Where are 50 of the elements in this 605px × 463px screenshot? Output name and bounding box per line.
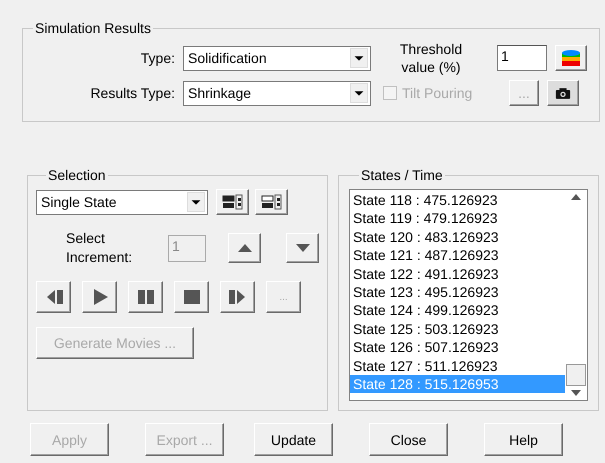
dialog-button[interactable]: Close — [369, 423, 448, 456]
field-label: Threshold value (%) — [398, 40, 464, 76]
field-label: Select Increment: — [66, 229, 134, 267]
play-icon — [94, 289, 108, 305]
up-arrow-icon — [236, 243, 252, 253]
stop-icon — [184, 290, 200, 304]
state-list-item[interactable]: State 125 : 503.126923 — [350, 320, 565, 338]
mode-dropdown[interactable]: Single State — [36, 190, 208, 214]
3d-view-button[interactable] — [555, 45, 587, 71]
increment-down-button[interactable] — [286, 233, 319, 263]
dialog-button[interactable]: Help — [484, 423, 563, 456]
threshold-field[interactable]: 1 — [497, 45, 547, 71]
dialog-button[interactable]: Update — [254, 423, 333, 456]
results-type-dropdown[interactable]: Shrinkage — [183, 80, 371, 106]
increment-up-button[interactable] — [228, 233, 261, 263]
scrollbar-thumb[interactable] — [566, 364, 586, 386]
state-list-item[interactable]: State 126 : 507.126923 — [350, 338, 565, 357]
scroll-up-icon[interactable] — [571, 194, 581, 200]
down-arrow-icon — [294, 243, 310, 253]
field-label: Results Type: — [89, 85, 176, 101]
state-list-item[interactable]: State 121 : 487.126923 — [350, 246, 565, 265]
layout-icon — [222, 193, 244, 211]
state-list-item[interactable]: State 123 : 495.126923 — [350, 282, 565, 302]
state-list-item[interactable]: State 124 : 499.126923 — [350, 301, 565, 320]
camera-icon — [555, 86, 571, 100]
layout-icon — [260, 193, 282, 211]
pause-icon — [138, 290, 154, 304]
camera-button[interactable] — [547, 80, 579, 106]
playback-button[interactable] — [174, 281, 209, 313]
playback-button[interactable] — [82, 281, 117, 313]
colored-cylinder-icon — [560, 48, 582, 68]
field-label: Type: — [140, 50, 176, 66]
state-list-item[interactable]: State 122 : 491.126923 — [350, 264, 565, 283]
group-title: Simulation Results — [34, 20, 152, 36]
playback-button[interactable] — [220, 281, 255, 313]
scroll-down-icon[interactable] — [571, 390, 581, 396]
step-forward-icon — [228, 290, 244, 304]
playback-button[interactable] — [36, 281, 71, 313]
state-list-item[interactable]: State 120 : 483.126923 — [350, 228, 565, 246]
type-dropdown[interactable]: Solidification — [183, 46, 371, 70]
state-list-item[interactable]: State 118 : 475.126923 — [350, 191, 565, 210]
state-list-item[interactable]: State 127 : 511.126923 — [350, 356, 565, 375]
layout-button[interactable] — [255, 189, 288, 215]
layout-button[interactable] — [216, 189, 249, 215]
playback-button[interactable] — [128, 281, 163, 313]
state-list-item[interactable]: State 119 : 479.126923 — [350, 209, 565, 228]
checkbox-label: Tilt Pouring — [402, 85, 472, 101]
group-title: Selection — [47, 167, 107, 183]
group-title: States / Time — [360, 167, 444, 183]
step-back-icon — [46, 290, 62, 304]
